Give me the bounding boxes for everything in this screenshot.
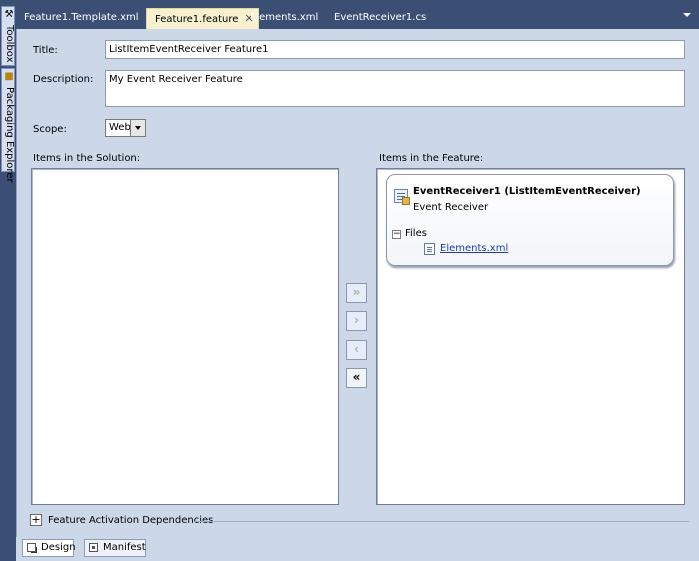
title-label: Title: — [33, 45, 58, 56]
feature-activation-dependencies-label: Feature Activation Dependencies — [48, 515, 214, 526]
tab-elements-xml[interactable]: Elements.xml — [242, 8, 318, 29]
tab-label: Feature1.feature — [155, 14, 239, 25]
tab-eventreceiver1-cs[interactable]: EventReceiver1.cs — [326, 8, 426, 29]
add-all-button[interactable]: » — [346, 283, 367, 303]
tab-label: EventReceiver1.cs — [334, 12, 427, 23]
design-icon — [27, 543, 36, 552]
collapse-icon[interactable]: − — [392, 230, 401, 239]
side-toolbar: ⚒ Toolbox ■ Packaging Explorer — [0, 0, 16, 561]
expand-icon[interactable]: + — [30, 514, 42, 526]
tab-label: Elements.xml — [250, 12, 319, 23]
packaging-explorer-tab[interactable]: ■ Packaging Explorer — [1, 68, 15, 183]
items-in-solution-label: Items in the Solution: — [33, 153, 141, 164]
tab-dropdown-icon[interactable] — [683, 13, 691, 17]
description-input[interactable]: My Event Receiver Feature — [105, 70, 685, 107]
scope-value: Web — [109, 122, 131, 133]
tab-design-label: Design — [41, 542, 76, 553]
event-receiver-icon — [394, 189, 410, 205]
manifest-icon — [89, 543, 98, 552]
feature-items-list[interactable]: EventReceiver1 (ListItemEventReceiver) E… — [376, 168, 685, 505]
description-label: Description: — [33, 74, 94, 85]
tab-feature1-template-xml[interactable]: Feature1.Template.xml — [16, 8, 139, 29]
view-tab-bar: Design Manifest — [16, 537, 699, 561]
tab-manifest[interactable]: Manifest — [84, 539, 146, 557]
toolbox-label: Toolbox — [4, 25, 15, 63]
elements-xml-link[interactable]: Elements.xml — [440, 243, 508, 254]
xml-file-icon — [424, 243, 435, 255]
solution-items-list[interactable] — [31, 168, 339, 505]
tab-design[interactable]: Design — [22, 539, 76, 557]
section-divider — [195, 521, 689, 522]
remove-button[interactable]: ‹ — [346, 340, 367, 360]
feature-designer: Title: ListItemEventReceiver Feature1 De… — [16, 29, 699, 537]
scope-select[interactable]: Web — [105, 119, 146, 137]
chevron-down-icon[interactable] — [130, 120, 145, 136]
tab-label: Feature1.Template.xml — [24, 12, 139, 23]
add-button[interactable]: › — [346, 311, 367, 331]
feature-item-type: Event Receiver — [413, 202, 489, 213]
feature-item-card[interactable]: EventReceiver1 (ListItemEventReceiver) E… — [386, 174, 674, 266]
packaging-explorer-label: Packaging Explorer — [4, 87, 15, 183]
document-tab-strip: Feature1.Template.xml Feature1.feature ✕ … — [16, 0, 699, 29]
items-in-feature-label: Items in the Feature: — [379, 153, 484, 164]
files-group-label: Files — [405, 228, 427, 239]
scope-label: Scope: — [33, 124, 67, 135]
toolbox-icon: ⚒ — [4, 9, 14, 20]
toolbox-tab[interactable]: ⚒ Toolbox — [1, 6, 15, 66]
tab-manifest-label: Manifest — [103, 542, 146, 553]
title-input[interactable]: ListItemEventReceiver Feature1 — [105, 40, 685, 59]
package-icon: ■ — [4, 71, 14, 82]
remove-all-button[interactable]: « — [346, 368, 367, 388]
feature-item-title: EventReceiver1 (ListItemEventReceiver) — [413, 186, 641, 197]
